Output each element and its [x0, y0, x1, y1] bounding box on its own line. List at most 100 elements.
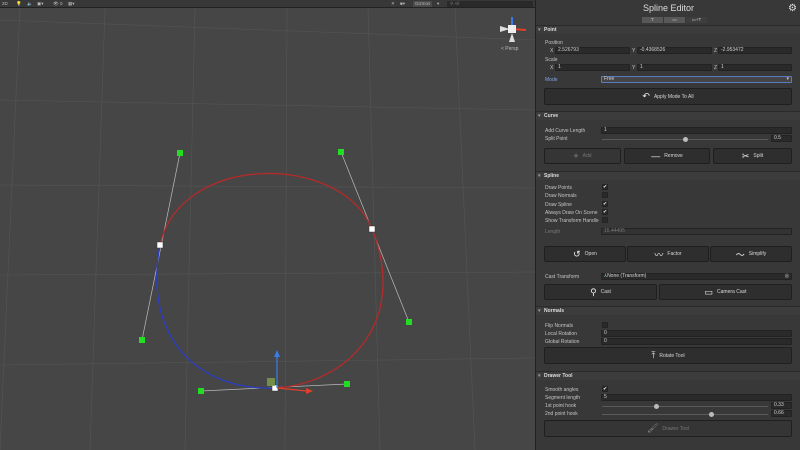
spline-option-checkbox[interactable]: ✔	[602, 200, 608, 207]
hook1-field[interactable]: 0.33	[771, 402, 792, 409]
cast-transform-field[interactable]: ⅄None (Transform) ◎	[601, 273, 792, 280]
undo-arrow-icon: ↶	[642, 91, 650, 101]
effects-icon[interactable]: ▣▾	[37, 1, 44, 7]
spline-option-checkbox[interactable]: ✔	[602, 184, 608, 190]
camera-cast-label: Camera Cast	[717, 289, 747, 295]
control-handle[interactable]	[177, 150, 183, 156]
rotate-tool-label: Rotate Tool	[659, 352, 685, 359]
hook1-slider[interactable]	[602, 404, 768, 409]
orientation-gizmo[interactable]	[500, 17, 527, 42]
remove-button[interactable]: — Remove	[624, 148, 710, 164]
split-point-slider[interactable]	[602, 137, 768, 142]
cast-button[interactable]: ⚲ Cast	[544, 284, 657, 300]
add-button[interactable]: + Add	[544, 148, 621, 164]
spline-point[interactable]	[368, 225, 376, 233]
spline-option-checkbox[interactable]: ✔	[602, 208, 608, 215]
spline-option-label: Always Draw On Scene	[545, 209, 598, 216]
control-handle[interactable]	[406, 319, 412, 325]
rotate-tool-button[interactable]: ⤒ Rotate Tool	[544, 347, 792, 364]
video-camera-icon: ▭	[704, 286, 714, 297]
smooth-angles-checkbox[interactable]: ✔	[602, 386, 608, 392]
camera-cast-button[interactable]: ▭ Camera Cast	[659, 284, 792, 300]
slider-knob[interactable]	[709, 412, 715, 417]
spline-option-checkbox[interactable]	[602, 217, 608, 224]
minus-icon: —	[651, 151, 661, 161]
flip-normals-checkbox[interactable]	[602, 322, 608, 328]
split-button[interactable]: ✂ Split	[713, 148, 792, 164]
light-icon[interactable]: 💡	[16, 1, 22, 7]
persp-label[interactable]: < Persp	[501, 46, 518, 52]
scale-x-field[interactable]: 1	[555, 64, 630, 71]
scale-z-field[interactable]: 1	[718, 64, 792, 71]
control-handle[interactable]	[344, 381, 350, 387]
local-rotation-field[interactable]: 0	[601, 330, 792, 337]
camera-icon[interactable]: ■▾	[400, 1, 405, 7]
segment-length-field[interactable]: 5	[601, 394, 792, 401]
split-point-label: Split Point	[545, 136, 568, 142]
cast-transform-label: Cast Transform	[545, 274, 580, 280]
chevron-down-icon[interactable]: ▾	[437, 1, 439, 7]
apply-mode-button[interactable]: ↶ Apply Mode To All	[544, 88, 792, 105]
section-spline[interactable]: Spline	[536, 171, 800, 181]
control-handle[interactable]	[198, 388, 204, 394]
scale-y-field[interactable]: 1	[637, 64, 712, 71]
drawer-tool-button[interactable]: 🖌 Drawer Tool	[544, 420, 792, 437]
simplify-button[interactable]: 〜 Simplify	[710, 246, 792, 262]
spline-option-label: Draw Points	[545, 185, 572, 191]
object-picker-icon[interactable]: ◎	[785, 274, 789, 279]
tab-rect-transform[interactable]: ▭+T	[686, 17, 707, 23]
audio-icon[interactable]: 🔈	[27, 1, 33, 7]
scene-view[interactable]: 2D 💡 🔈 ▣▾ 👁 0 ▦▾ ✕ ■▾ Gizmos ▾ ⚲ All < P…	[0, 0, 535, 450]
tools-icon[interactable]: ✕	[391, 1, 395, 7]
global-rotation-label: Global Rotation	[545, 339, 580, 345]
spline-option-label: Draw Normals	[545, 193, 577, 200]
scene-toolbar: 2D 💡 🔈 ▣▾ 👁 0 ▦▾ ✕ ■▾ Gizmos ▾ ⚲ All	[0, 0, 535, 8]
open-label: Open	[584, 251, 597, 257]
map-pin-icon: ⚲	[590, 286, 597, 297]
arrow-up-icon: ⤒	[651, 350, 656, 360]
hook2-field[interactable]: 0.66	[771, 410, 792, 417]
position-y-field[interactable]: -0.4368526	[637, 47, 712, 54]
position-x-field[interactable]: 2.526793	[555, 47, 630, 54]
segment-length-label: Segment length	[545, 395, 581, 401]
length-label: Length	[545, 229, 561, 235]
control-handle[interactable]	[338, 149, 344, 155]
add-curve-length-field[interactable]: 1	[601, 127, 792, 134]
tab-rect[interactable]: ▭	[664, 17, 685, 23]
scene-canvas[interactable]	[0, 0, 535, 450]
split-point-field[interactable]: 0.5	[771, 135, 792, 142]
hook2-slider[interactable]	[602, 412, 768, 417]
factor-button[interactable]: 〰 Factor	[627, 246, 709, 262]
slider-knob[interactable]	[654, 404, 660, 409]
hidden-objects-icon[interactable]: 👁	[53, 1, 59, 7]
gizmos-dropdown[interactable]: Gizmos	[413, 1, 433, 7]
mode-label: Mode	[545, 77, 558, 83]
spline-option-checkbox[interactable]	[602, 192, 608, 199]
tab-transform[interactable]: T	[642, 17, 663, 23]
control-handle[interactable]	[139, 337, 145, 343]
section-drawer-tool[interactable]: Drawer Tool	[536, 371, 800, 381]
cast-transform-value: None (Transform)	[607, 273, 647, 279]
spline-curve-blue	[156, 244, 276, 389]
spline-option-label: Draw Spline	[545, 201, 572, 208]
scene-search-input[interactable]: ⚲ All	[447, 1, 533, 7]
open-button[interactable]: ↺ Open	[544, 246, 626, 262]
mode-dropdown[interactable]: Free ▾	[601, 76, 792, 83]
section-point[interactable]: Point	[536, 25, 800, 35]
spline-editor-inspector: Spline Editor ⚙ T ▭ ▭+T Point Position X…	[535, 0, 800, 450]
split-icon: ✂	[741, 150, 750, 161]
position-z-field[interactable]: -2.953472	[718, 47, 792, 54]
2d-toggle[interactable]: 2D	[2, 1, 8, 7]
spline-point[interactable]	[156, 241, 164, 249]
local-rotation-label: Local Rotation	[545, 331, 577, 337]
remove-label: Remove	[664, 153, 683, 159]
section-normals[interactable]: Normals	[536, 306, 800, 316]
add-curve-length-label: Add Curve Length	[545, 128, 586, 134]
slider-knob[interactable]	[682, 137, 688, 142]
grid-icon[interactable]: ▦▾	[68, 1, 75, 7]
drawer-tool-label: Drawer Tool	[662, 425, 690, 432]
apply-mode-label: Apply Mode To All	[653, 93, 694, 100]
global-rotation-field[interactable]: 0	[601, 338, 792, 345]
gear-icon[interactable]: ⚙	[788, 3, 797, 14]
section-curve[interactable]: Curve	[536, 111, 800, 121]
